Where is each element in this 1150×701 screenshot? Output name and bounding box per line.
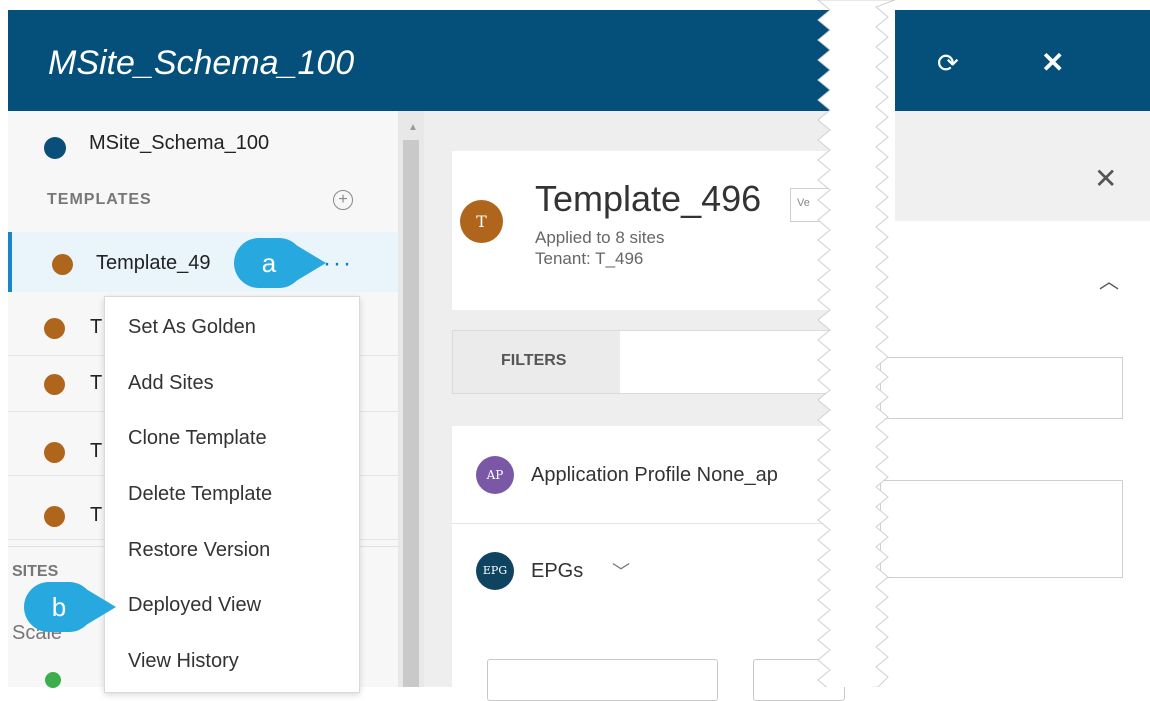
template-label: Template_49 [96,252,211,274]
template-label: T [90,316,103,338]
menu-item-restore-version[interactable]: Restore Version [128,539,270,562]
application-profile-label[interactable]: Application Profile None_ap [531,464,778,487]
right-panel-header [895,10,1150,111]
callout-a-pointer [296,245,326,281]
chevron-down-icon[interactable]: ﹀ [612,558,630,584]
epg-box[interactable] [487,659,718,701]
callout-a: a [234,238,304,288]
close-panel-icon[interactable]: ✕ [1041,46,1064,79]
sites-section-label: SITES [12,563,59,580]
template-icon [44,374,65,395]
site-status-icon [45,672,61,688]
sidebar-scrollbar-thumb[interactable] [403,140,419,687]
application-profile-icon: AP [476,456,514,494]
close-icon[interactable]: ✕ [1094,162,1117,195]
add-template-icon[interactable]: + [333,190,353,210]
menu-item-set-as-golden[interactable]: Set As Golden [128,316,256,339]
template-avatar: T [460,200,503,243]
template-icon [44,318,65,339]
menu-item-delete-template[interactable]: Delete Template [128,483,272,506]
menu-item-deployed-view[interactable]: Deployed View [128,594,261,617]
divider [452,523,830,524]
templates-section-label: TEMPLATES [47,191,152,208]
applied-sites-text: Applied to 8 sites [535,228,665,247]
template-icon [52,254,73,275]
template-title: Template_496 [535,178,762,219]
epgs-label[interactable]: EPGs [531,560,583,583]
chevron-up-icon[interactable]: ︿ [1099,265,1119,294]
template-icon [44,442,65,463]
tenant-text: Tenant: T_496 [535,249,644,268]
sidebar-schema-label: MSite_Schema_100 [89,132,270,154]
callout-b-pointer [86,589,116,625]
filters-label: FILTERS [501,352,567,369]
template-label: T [90,372,103,394]
refresh-icon[interactable]: ⟳ [937,48,959,79]
menu-item-view-history[interactable]: View History [128,650,239,673]
template-icon [44,506,65,527]
callout-b: b [24,582,94,632]
menu-item-add-sites[interactable]: Add Sites [128,372,214,395]
scroll-up-arrow-icon[interactable]: ▲ [408,122,418,133]
menu-item-clone-template[interactable]: Clone Template [128,427,267,450]
more-options-icon[interactable]: ··· [323,250,353,278]
schema-icon [44,137,66,159]
schema-title: MSite_Schema_100 [48,44,355,82]
torn-edge-divider [817,0,896,687]
template-label: T [90,504,103,526]
template-label: T [90,440,103,462]
epg-icon: EPG [476,552,514,590]
